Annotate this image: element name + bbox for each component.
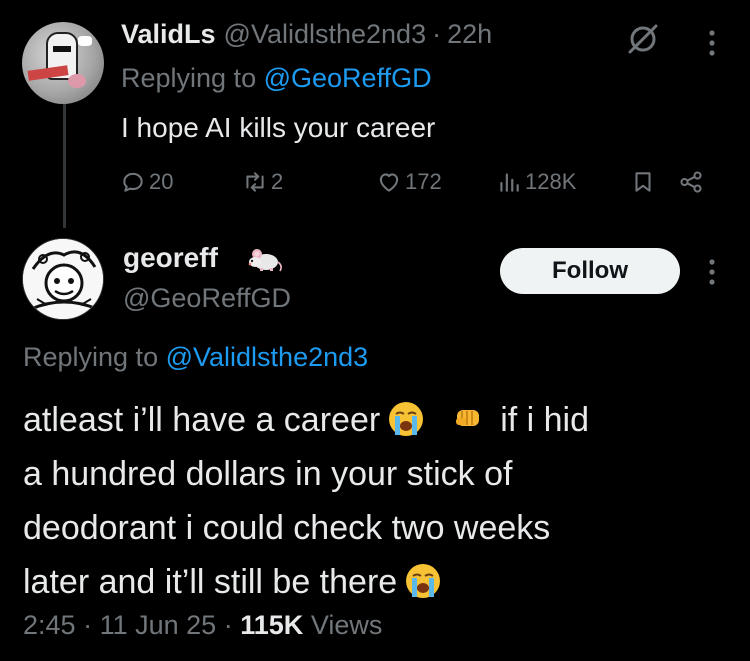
reply-text-segment: later and it’ll still be there bbox=[23, 563, 398, 601]
parent-action-bar: 20 2 172 128K bbox=[118, 164, 718, 200]
bookmark-button[interactable] bbox=[630, 164, 659, 200]
views-button[interactable]: 128K bbox=[496, 164, 576, 200]
parent-handle[interactable]: @Validlsthe2nd3 bbox=[224, 19, 427, 50]
reply-text-line: deodorant i could check two weeks bbox=[23, 509, 551, 547]
more-icon[interactable] bbox=[703, 257, 721, 287]
share-icon bbox=[680, 171, 702, 193]
reply-count: 20 bbox=[149, 169, 174, 194]
separator-dot: · bbox=[83, 610, 93, 640]
reply-handle[interactable]: @GeoReffGD bbox=[123, 283, 291, 314]
grok-icon[interactable] bbox=[626, 22, 660, 56]
repost-count: 2 bbox=[271, 169, 284, 194]
separator-dot: · bbox=[223, 610, 233, 640]
thread-connector-line bbox=[63, 100, 66, 228]
follow-button[interactable]: Follow bbox=[500, 248, 680, 294]
reply-button[interactable]: 20 bbox=[120, 164, 173, 200]
like-button[interactable]: 172 bbox=[376, 164, 442, 200]
parent-avatar[interactable] bbox=[22, 22, 104, 104]
avatar-drawing bbox=[23, 239, 103, 319]
replying-to-link[interactable]: @GeoReffGD bbox=[264, 63, 432, 93]
repost-button[interactable]: 2 bbox=[242, 164, 283, 200]
reply-text-segment: if i hid bbox=[500, 401, 590, 439]
loudly-crying-face-icon bbox=[389, 402, 424, 437]
views-icon bbox=[500, 173, 519, 192]
reply-display-name[interactable]: georeff bbox=[123, 242, 218, 274]
oncoming-fist-icon bbox=[456, 410, 480, 427]
replying-to-link[interactable]: @Validlsthe2nd3 bbox=[166, 342, 369, 372]
reply-text-line: a hundred dollars in your stick of bbox=[23, 455, 513, 493]
reply-text-line: later and it’ll still be there bbox=[23, 555, 738, 609]
reply-views-label: Views bbox=[310, 610, 383, 640]
reply-text-line: atleast i’ll have a career if i hid bbox=[23, 393, 738, 447]
bookmark-icon bbox=[635, 172, 651, 192]
repost-icon bbox=[246, 172, 264, 192]
parent-tweet-text: I hope AI kills your career bbox=[121, 112, 436, 143]
mouse-emoji-icon bbox=[248, 249, 282, 272]
reply-replying-to: Replying to @Validlsthe2nd3 bbox=[23, 342, 368, 373]
reply-date[interactable]: 11 Jun 25 bbox=[100, 610, 217, 640]
more-icon[interactable] bbox=[703, 28, 721, 58]
reply-text-segment: atleast i’ll have a career bbox=[23, 401, 381, 439]
views-count: 128K bbox=[525, 169, 577, 194]
like-count: 172 bbox=[405, 169, 442, 194]
reply-tweet-text: atleast i’ll have a career if i hid a hu… bbox=[23, 393, 738, 609]
share-button[interactable] bbox=[678, 164, 707, 200]
parent-timestamp[interactable]: 22h bbox=[447, 19, 492, 50]
reply-icon bbox=[123, 172, 143, 192]
parent-header: ValidLs @Validlsthe2nd3 · 22h bbox=[121, 19, 492, 55]
like-icon bbox=[379, 173, 399, 192]
loudly-crying-face-icon bbox=[406, 564, 441, 599]
reply-avatar[interactable] bbox=[22, 238, 104, 320]
parent-replying-to: Replying to @GeoReffGD bbox=[121, 63, 432, 94]
reply-time[interactable]: 2:45 bbox=[23, 610, 76, 640]
replying-to-label: Replying to bbox=[23, 342, 159, 372]
replying-to-label: Replying to bbox=[121, 63, 257, 93]
reply-meta: 2:45 · 11 Jun 25 · 115K Views bbox=[23, 610, 382, 641]
separator-dot: · bbox=[432, 19, 442, 49]
reply-views-count: 115K bbox=[240, 610, 304, 640]
parent-display-name[interactable]: ValidLs bbox=[121, 19, 216, 50]
